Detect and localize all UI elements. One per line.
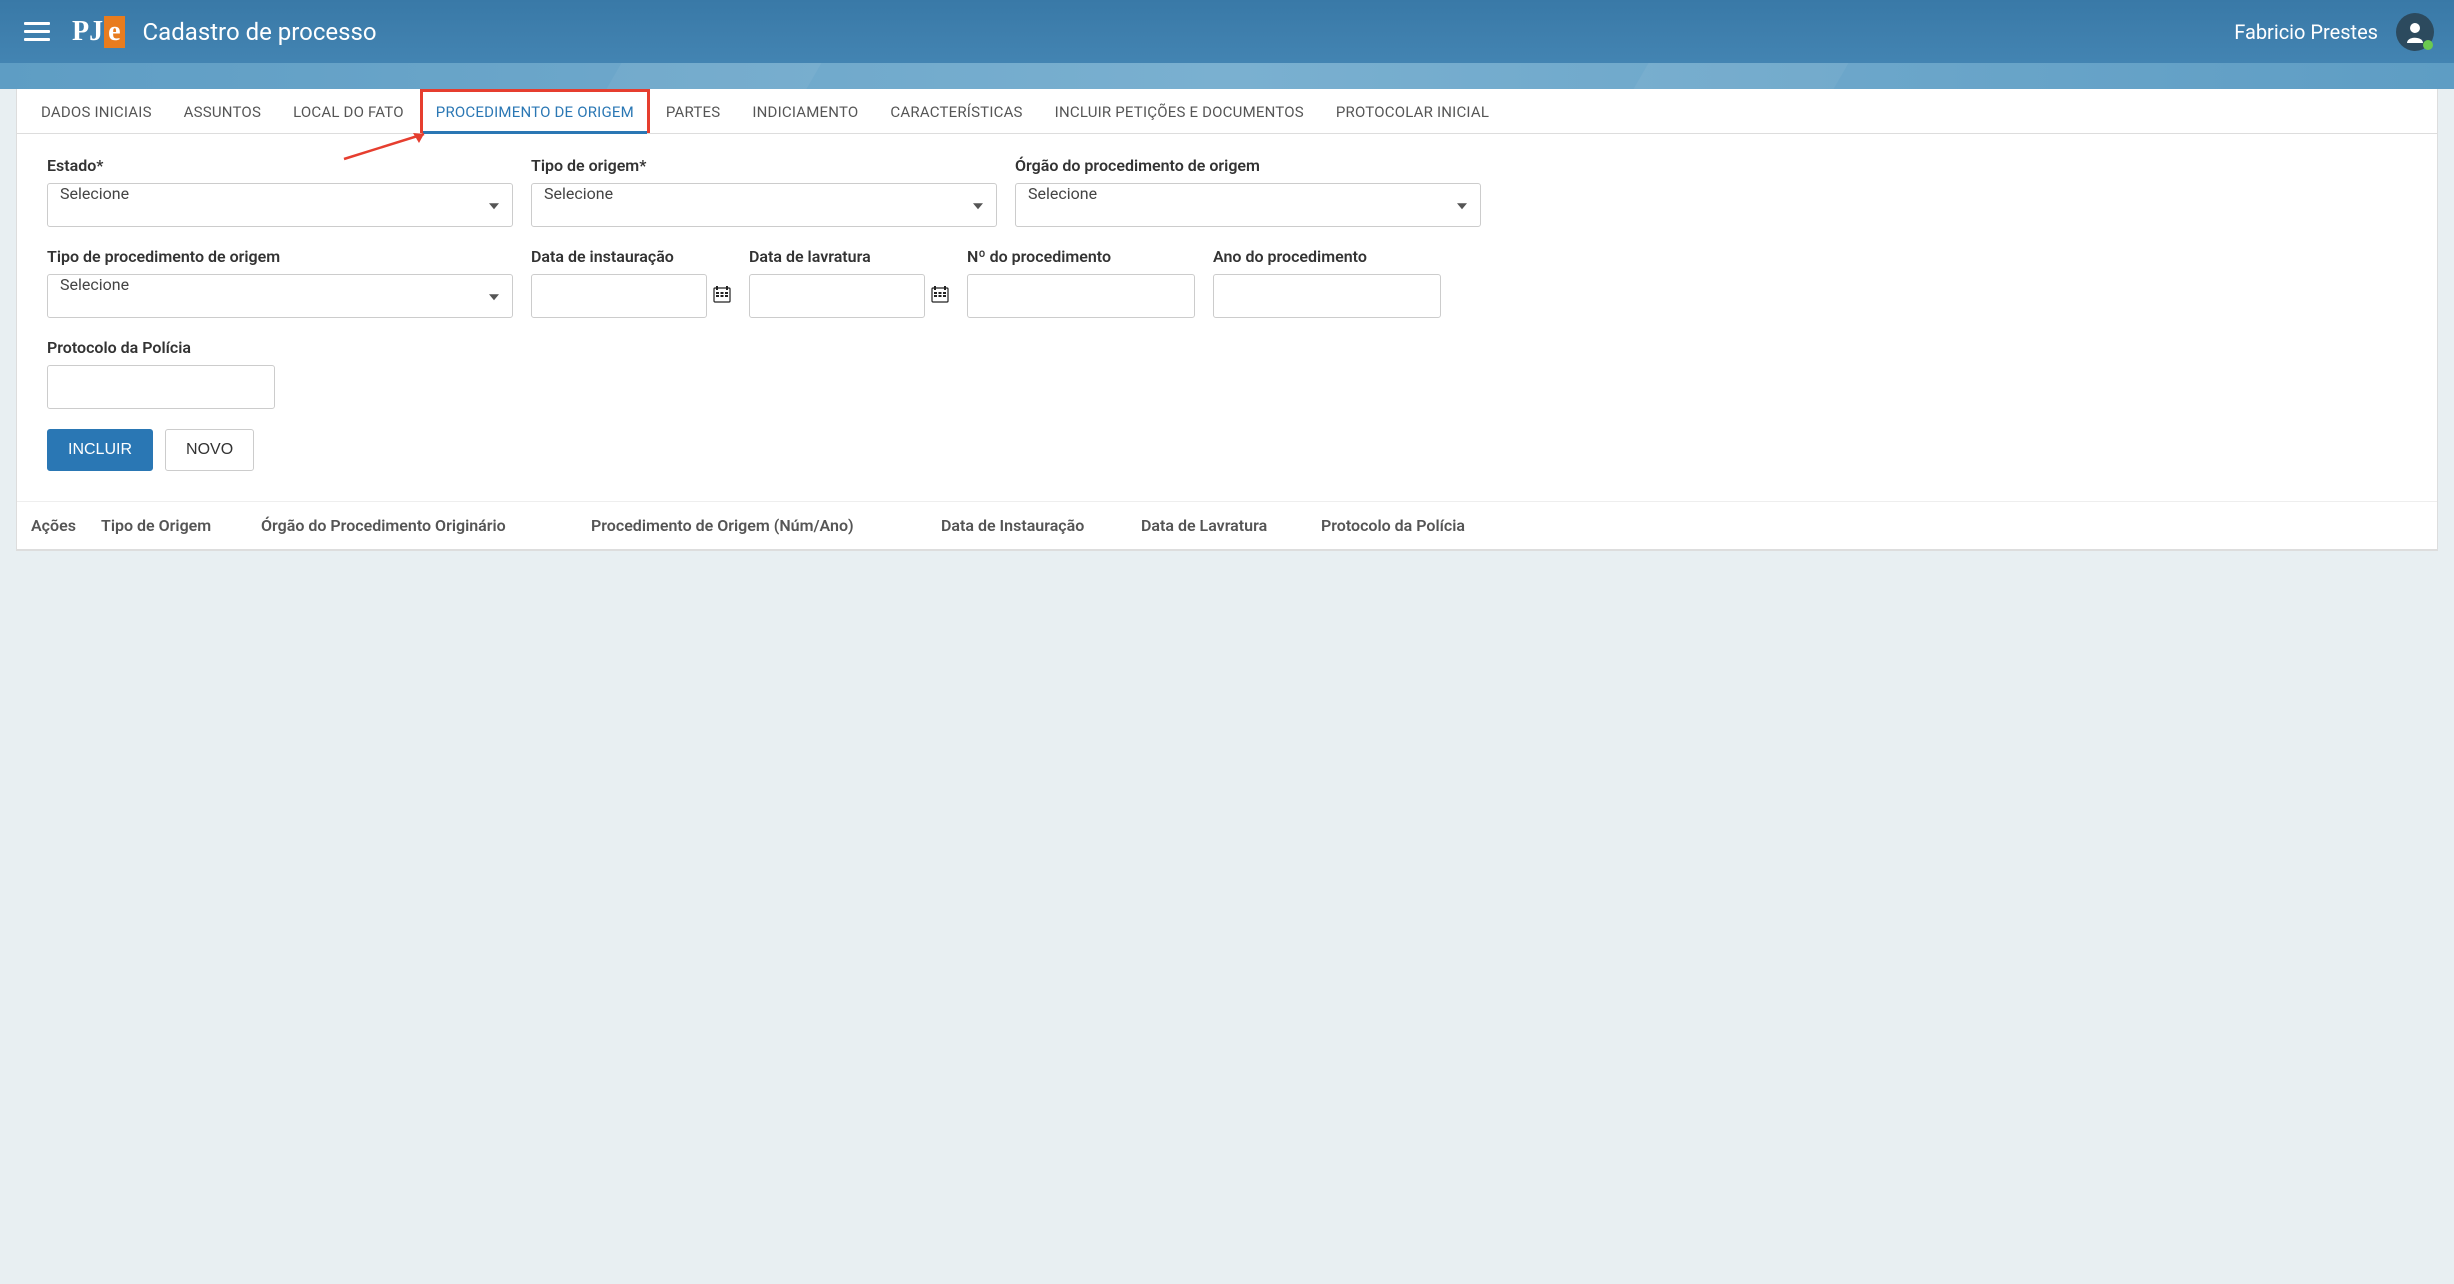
calendar-icon[interactable] bbox=[931, 284, 949, 308]
select-orgao[interactable]: Selecione bbox=[1015, 183, 1481, 227]
group-orgao: Órgão do procedimento de origem Selecion… bbox=[1015, 156, 1481, 227]
group-estado: Estado* Selecione bbox=[47, 156, 513, 227]
th-tipo: Tipo de Origem bbox=[101, 516, 241, 535]
select-tipo-proc[interactable]: Selecione bbox=[47, 274, 513, 318]
subheader-strip bbox=[0, 63, 2454, 89]
group-tipo-proc: Tipo de procedimento de origem Selecione bbox=[47, 247, 513, 318]
input-data-lav[interactable] bbox=[749, 274, 925, 318]
label-estado: Estado* bbox=[47, 156, 513, 175]
group-num-proc: Nº do procedimento bbox=[967, 247, 1195, 318]
group-data-lav: Data de lavratura bbox=[749, 247, 949, 318]
input-data-inst[interactable] bbox=[531, 274, 707, 318]
user-icon bbox=[2405, 21, 2425, 43]
select-estado[interactable]: Selecione bbox=[47, 183, 513, 227]
main-panel: DADOS INICIAIS ASSUNTOS LOCAL DO FATO PR… bbox=[16, 89, 2438, 551]
group-tipo-origem: Tipo de origem* Selecione bbox=[531, 156, 997, 227]
page-title: Cadastro de processo bbox=[143, 18, 377, 46]
tab-bar: DADOS INICIAIS ASSUNTOS LOCAL DO FATO PR… bbox=[17, 89, 2437, 134]
button-row: INCLUIR NOVO bbox=[47, 429, 2407, 471]
select-tipo-origem[interactable]: Selecione bbox=[531, 183, 997, 227]
label-ano-proc: Ano do procedimento bbox=[1213, 247, 1441, 266]
novo-button[interactable]: NOVO bbox=[165, 429, 254, 471]
app-logo: PJe bbox=[72, 16, 125, 48]
th-prot: Protocolo da Polícia bbox=[1321, 516, 1501, 535]
input-protocolo[interactable] bbox=[47, 365, 275, 409]
logo-text-e: e bbox=[104, 16, 124, 48]
th-orgao: Órgão do Procedimento Originário bbox=[261, 516, 571, 535]
hamburger-icon[interactable] bbox=[20, 18, 54, 45]
avatar[interactable] bbox=[2396, 13, 2434, 51]
incluir-button[interactable]: INCLUIR bbox=[47, 429, 153, 471]
tab-caracteristicas[interactable]: CARACTERÍSTICAS bbox=[874, 89, 1038, 133]
th-acoes: Ações bbox=[31, 516, 81, 535]
header-right: Fabricio Prestes bbox=[2234, 13, 2434, 51]
group-data-inst: Data de instauração bbox=[531, 247, 731, 318]
tab-local-do-fato[interactable]: LOCAL DO FATO bbox=[277, 89, 420, 133]
tab-assuntos[interactable]: ASSUNTOS bbox=[168, 89, 277, 133]
tab-indiciamento[interactable]: INDICIAMENTO bbox=[736, 89, 874, 133]
input-num-proc[interactable] bbox=[967, 274, 1195, 318]
tab-protocolar-inicial[interactable]: PROTOCOLAR INICIAL bbox=[1320, 89, 1505, 133]
app-header: PJe Cadastro de processo Fabricio Preste… bbox=[0, 0, 2454, 63]
table-header-row: Ações Tipo de Origem Órgão do Procedimen… bbox=[17, 502, 2437, 550]
header-left: PJe Cadastro de processo bbox=[20, 16, 377, 48]
label-tipo-proc: Tipo de procedimento de origem bbox=[47, 247, 513, 266]
logo-text-p: PJ bbox=[72, 16, 103, 48]
calendar-icon[interactable] bbox=[713, 284, 731, 308]
tab-dados-iniciais[interactable]: DADOS INICIAIS bbox=[25, 89, 168, 133]
input-ano-proc[interactable] bbox=[1213, 274, 1441, 318]
tab-incluir-peticoes[interactable]: INCLUIR PETIÇÕES E DOCUMENTOS bbox=[1039, 89, 1320, 133]
label-data-lav: Data de lavratura bbox=[749, 247, 949, 266]
th-lav: Data de Lavratura bbox=[1141, 516, 1301, 535]
tab-partes[interactable]: PARTES bbox=[650, 89, 736, 133]
group-ano-proc: Ano do procedimento bbox=[1213, 247, 1441, 318]
tab-procedimento-de-origem[interactable]: PROCEDIMENTO DE ORIGEM bbox=[420, 89, 650, 133]
th-inst: Data de Instauração bbox=[941, 516, 1121, 535]
group-protocolo: Protocolo da Polícia bbox=[47, 338, 275, 409]
user-name: Fabricio Prestes bbox=[2234, 20, 2378, 44]
label-num-proc: Nº do procedimento bbox=[967, 247, 1195, 266]
label-protocolo: Protocolo da Polícia bbox=[47, 338, 275, 357]
label-orgao: Órgão do procedimento de origem bbox=[1015, 156, 1481, 175]
form-area: Estado* Selecione Tipo de origem* Seleci… bbox=[17, 134, 2437, 502]
label-tipo-origem: Tipo de origem* bbox=[531, 156, 997, 175]
th-proc: Procedimento de Origem (Núm/Ano) bbox=[591, 516, 921, 535]
label-data-inst: Data de instauração bbox=[531, 247, 731, 266]
